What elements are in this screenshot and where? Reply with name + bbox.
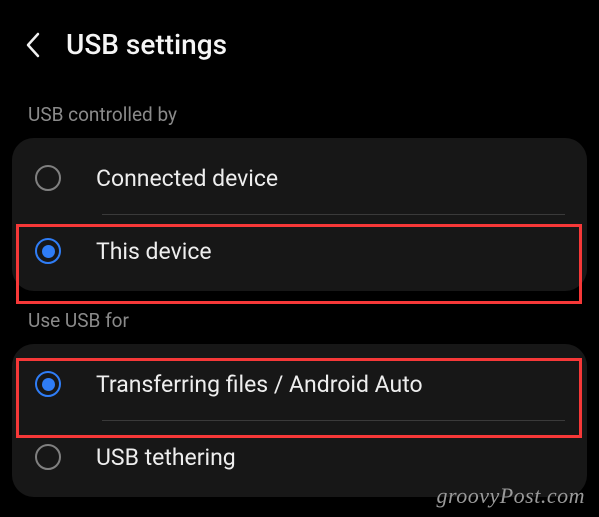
radio-icon xyxy=(34,443,62,471)
card-use-for: Transferring files / Android Auto USB te… xyxy=(12,344,587,497)
option-label: USB tethering xyxy=(96,444,236,471)
option-connected-device[interactable]: Connected device xyxy=(12,142,587,214)
section-label-use-for: Use USB for xyxy=(0,291,599,344)
radio-icon xyxy=(34,370,62,398)
back-icon[interactable] xyxy=(22,34,44,56)
option-label: Connected device xyxy=(96,165,278,192)
option-this-device[interactable]: This device xyxy=(12,215,587,287)
option-label: This device xyxy=(96,238,212,265)
page-title: USB settings xyxy=(66,28,227,61)
radio-icon xyxy=(34,237,62,265)
radio-icon xyxy=(34,164,62,192)
option-label: Transferring files / Android Auto xyxy=(96,371,423,398)
section-label-controlled-by: USB controlled by xyxy=(0,85,599,138)
watermark: groovyPost.com xyxy=(436,483,585,509)
header: USB settings xyxy=(0,0,599,85)
option-transferring-files[interactable]: Transferring files / Android Auto xyxy=(12,348,587,420)
card-controlled-by: Connected device This device xyxy=(12,138,587,291)
